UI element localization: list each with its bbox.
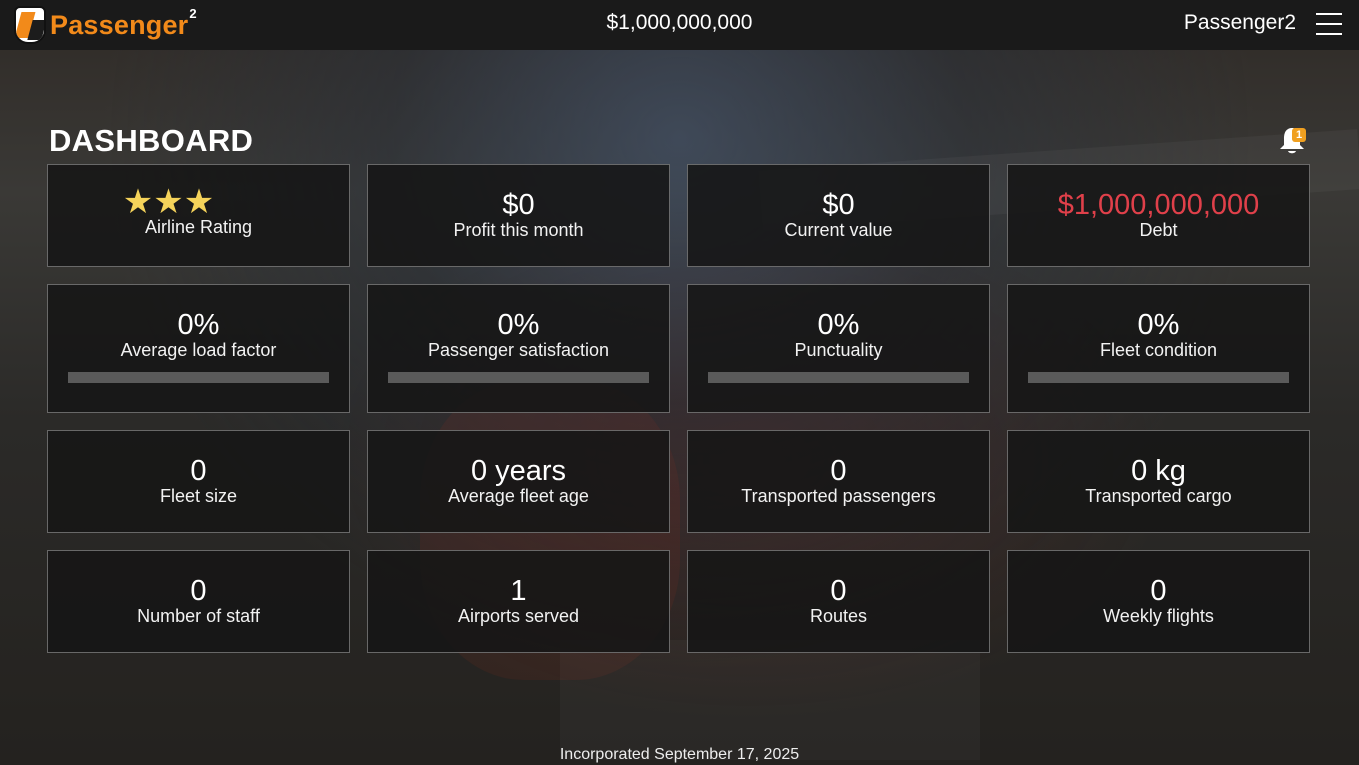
page-title: DASHBOARD [49,123,254,158]
card-fleet-condition: 0% Fleet condition [1007,284,1310,413]
card-current-value: $0 Current value [687,164,990,267]
progress-bar [388,372,649,383]
top-bar: Passenger 2 $1,000,000,000 Passenger2 [0,0,1359,50]
card-value: 0% [497,309,540,341]
card-label: Punctuality [794,340,883,360]
card-value: 1 [510,575,527,607]
card-routes: 0 Routes [687,550,990,653]
card-value: 0 [830,455,847,487]
card-profit: $0 Profit this month [367,164,670,267]
card-value: 0 kg [1131,455,1186,487]
incorporation-date: Incorporated September 17, 2025 [559,746,800,763]
card-label: Fleet condition [1099,340,1218,360]
card-value: $0 [822,189,855,221]
account-balance: $1,000,000,000 [606,11,753,34]
card-weekly-flights: 0 Weekly flights [1007,550,1310,653]
card-transported-passengers: 0 Transported passengers [687,430,990,533]
card-label: Current value [784,220,893,240]
progress-bar [1028,372,1289,383]
card-label: Number of staff [137,606,260,626]
card-value: $1,000,000,000 [1057,189,1260,221]
card-label: Transported cargo [1085,486,1232,506]
card-fleet-size: 0 Fleet size [47,430,350,533]
progress-bar [68,372,329,383]
hamburger-menu-icon[interactable] [1316,13,1342,35]
card-value: 0% [1137,309,1180,341]
card-label: Routes [809,606,868,626]
rating-stars-icon: ★★★ [122,183,215,221]
card-label: Fleet size [159,486,238,506]
card-number-of-staff: 0 Number of staff [47,550,350,653]
card-label: Passenger satisfaction [427,340,610,360]
card-load-factor: 0% Average load factor [47,284,350,413]
card-label: Debt [1139,220,1178,240]
card-transported-cargo: 0 kg Transported cargo [1007,430,1310,533]
username[interactable]: Passenger2 [1184,11,1296,35]
card-value: 0 [830,575,847,607]
card-label: Airline Rating [144,217,253,237]
progress-bar [708,372,969,383]
card-value: 0 [190,455,207,487]
card-label: Profit this month [453,220,584,240]
card-label: Weekly flights [1103,606,1214,626]
card-fleet-age: 0 years Average fleet age [367,430,670,533]
card-label: Airports served [457,606,580,626]
card-value: 0 years [470,455,567,487]
card-airports-served: 1 Airports served [367,550,670,653]
notification-count-badge: 1 [1292,128,1306,142]
card-label: Average load factor [120,340,277,360]
card-value: 0 [1150,575,1167,607]
card-label: Average fleet age [448,486,589,506]
card-label: Transported passengers [741,486,936,506]
card-value: 0% [817,309,860,341]
card-debt: $1,000,000,000 Debt [1007,164,1310,267]
card-punctuality: 0% Punctuality [687,284,990,413]
card-value: 0 [190,575,207,607]
card-value: 0% [177,309,220,341]
card-passenger-satisfaction: 0% Passenger satisfaction [367,284,670,413]
card-value: $0 [502,189,535,221]
notification-bell-icon[interactable]: 1 [1278,124,1308,156]
card-airline-rating: ★★★ Airline Rating [47,164,350,267]
